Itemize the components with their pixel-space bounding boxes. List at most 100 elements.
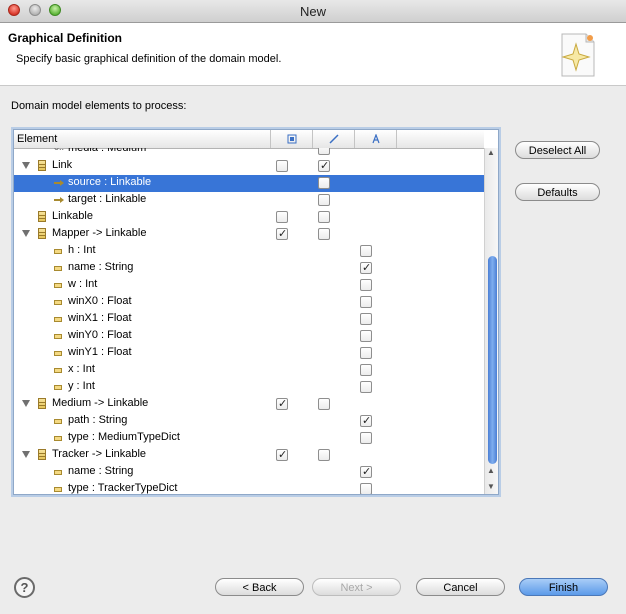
label-checkbox[interactable] — [360, 245, 372, 257]
tree-row[interactable]: Tracker -> Linkable ✓ — [14, 447, 484, 464]
expand-triangle-icon[interactable] — [22, 451, 30, 458]
tree-vertical-scrollbar[interactable]: ▲ ▲ ▼ — [484, 148, 498, 494]
tree-row-label: name : String — [68, 261, 134, 273]
tree-column-header: Element — [14, 130, 484, 149]
label-checkbox[interactable] — [360, 381, 372, 393]
link-checkbox[interactable] — [318, 194, 330, 206]
label-checkbox[interactable]: ✓ — [360, 262, 372, 274]
back-button[interactable]: < Back — [215, 578, 304, 596]
finish-button[interactable]: Finish — [519, 578, 608, 596]
checkmark-icon: ✓ — [362, 466, 372, 478]
attribute-icon — [54, 470, 62, 475]
node-column-icon — [287, 134, 296, 144]
label-checkbox[interactable] — [360, 432, 372, 444]
link-checkbox[interactable] — [318, 398, 330, 410]
tree-row[interactable]: name : String ✓ — [14, 260, 484, 277]
link-checkbox[interactable]: ✓ — [318, 160, 330, 172]
node-checkbox[interactable]: ✓ — [276, 228, 288, 240]
tree-rows: 0..*media : MediumLink ✓ source : Linkable… — [14, 148, 484, 494]
tree-row[interactable]: Link ✓ — [14, 158, 484, 175]
node-checkbox[interactable]: ✓ — [276, 398, 288, 410]
tree-row-label: Linkable — [52, 210, 93, 222]
attribute-icon — [54, 351, 62, 356]
tree-row[interactable]: y : Int — [14, 379, 484, 396]
link-checkbox[interactable] — [318, 148, 330, 155]
tree-row[interactable]: Medium -> Linkable ✓ — [14, 396, 484, 413]
scroll-thumb[interactable] — [488, 256, 497, 464]
expand-triangle-icon[interactable] — [22, 230, 30, 237]
tree-row-label: target : Linkable — [68, 193, 147, 205]
tree-row[interactable]: h : Int — [14, 243, 484, 260]
attribute-icon — [54, 368, 62, 373]
column-label[interactable] — [355, 130, 397, 148]
expand-triangle-icon[interactable] — [22, 162, 30, 169]
tree-row-label: w : Int — [68, 278, 98, 290]
attribute-icon — [54, 419, 62, 424]
tree-row[interactable]: winX1 : Float — [14, 311, 484, 328]
column-link[interactable] — [313, 130, 355, 148]
tree-row[interactable]: Mapper -> Linkable ✓ — [14, 226, 484, 243]
tree-row-label: name : String — [68, 465, 134, 477]
next-button[interactable]: Next > — [312, 578, 401, 596]
attribute-icon — [54, 487, 62, 492]
scroll-down-icon[interactable]: ▼ — [487, 482, 495, 491]
label-checkbox[interactable] — [360, 483, 372, 494]
attribute-icon — [54, 436, 62, 441]
tree-row[interactable]: w : Int — [14, 277, 484, 294]
attribute-icon — [54, 300, 62, 305]
node-checkbox[interactable]: ✓ — [276, 449, 288, 461]
tree-row[interactable]: type : MediumTypeDict — [14, 430, 484, 447]
link-checkbox[interactable] — [318, 228, 330, 240]
tree-row-label: type : MediumTypeDict — [68, 431, 180, 443]
node-checkbox[interactable] — [276, 160, 288, 172]
link-checkbox[interactable] — [318, 211, 330, 223]
label-checkbox[interactable] — [360, 330, 372, 342]
label-checkbox[interactable] — [360, 364, 372, 376]
tree-row[interactable]: 0..*media : Medium — [14, 148, 484, 158]
column-node[interactable] — [271, 130, 313, 148]
link-checkbox[interactable] — [318, 449, 330, 461]
label-checkbox[interactable] — [360, 313, 372, 325]
cancel-button[interactable]: Cancel — [416, 578, 505, 596]
elements-section-label: Domain model elements to process: — [11, 100, 187, 112]
label-checkbox[interactable] — [360, 296, 372, 308]
label-checkbox[interactable]: ✓ — [360, 466, 372, 478]
tree-row-label: winX0 : Float — [68, 295, 132, 307]
tree-row[interactable]: winY1 : Float — [14, 345, 484, 362]
domain-elements-tree[interactable]: Element 0..*media : MediumLink ✓ source : … — [13, 129, 499, 495]
class-icon — [38, 228, 46, 239]
label-checkbox[interactable]: ✓ — [360, 415, 372, 427]
tree-row[interactable]: type : TrackerTypeDict — [14, 481, 484, 494]
wizard-sparkle-icon — [561, 33, 595, 77]
scroll-up-icon[interactable]: ▲ — [487, 148, 495, 157]
checkmark-icon: ✓ — [320, 160, 330, 172]
label-checkbox[interactable] — [360, 347, 372, 359]
help-icon[interactable]: ? — [14, 577, 35, 598]
tree-row-label: winX1 : Float — [68, 312, 132, 324]
tree-row[interactable]: winY0 : Float — [14, 328, 484, 345]
defaults-button[interactable]: Defaults — [515, 183, 600, 201]
reference-icon — [54, 180, 64, 186]
class-icon — [38, 160, 46, 171]
expand-triangle-icon[interactable] — [22, 400, 30, 407]
tree-row[interactable]: Linkable — [14, 209, 484, 226]
attribute-icon — [54, 283, 62, 288]
tree-row-label: Link — [52, 159, 73, 171]
attribute-icon — [54, 334, 62, 339]
node-checkbox[interactable] — [276, 211, 288, 223]
tree-row[interactable]: path : String ✓ — [14, 413, 484, 430]
checkmark-icon: ✓ — [278, 398, 288, 410]
tree-row[interactable]: target : Linkable — [14, 192, 484, 209]
tree-row[interactable]: name : String ✓ — [14, 464, 484, 481]
class-icon — [38, 398, 46, 409]
deselect-all-button[interactable]: Deselect All — [515, 141, 600, 159]
scroll-up-arrow-icon[interactable]: ▲ — [487, 466, 495, 475]
checkmark-icon: ✓ — [278, 449, 288, 461]
attribute-icon — [54, 249, 62, 254]
link-checkbox[interactable] — [318, 177, 330, 189]
label-checkbox[interactable] — [360, 279, 372, 291]
tree-row[interactable]: source : Linkable — [14, 175, 484, 192]
column-element[interactable]: Element — [14, 130, 271, 148]
tree-row[interactable]: x : Int — [14, 362, 484, 379]
tree-row[interactable]: winX0 : Float — [14, 294, 484, 311]
